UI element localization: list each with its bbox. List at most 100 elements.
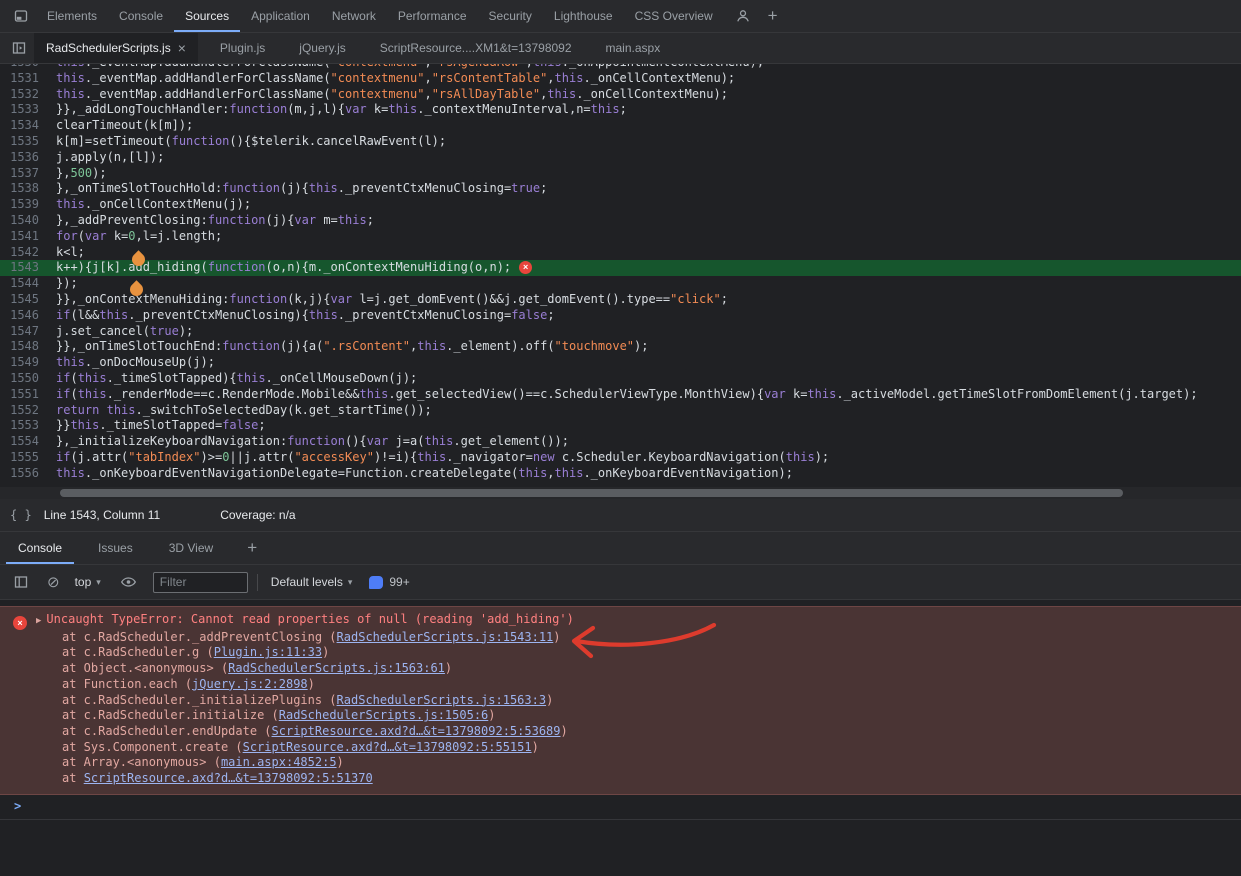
line-number[interactable]: 1548 — [0, 339, 56, 355]
line-number[interactable]: 1552 — [0, 403, 56, 419]
tab-sources[interactable]: Sources — [174, 0, 240, 32]
add-drawer-tab-button[interactable]: + — [237, 538, 267, 558]
navigator-toggle-icon[interactable] — [4, 40, 34, 56]
line-number[interactable]: 1532 — [0, 87, 56, 103]
stack-frame: at Sys.Component.create (ScriptResource.… — [0, 740, 1241, 756]
line-number[interactable]: 1550 — [0, 371, 56, 387]
stack-frame: at Object.<anonymous> (RadSchedulerScrip… — [0, 661, 1241, 677]
tab-elements[interactable]: Elements — [36, 0, 108, 32]
console-sidebar-icon[interactable] — [6, 574, 36, 590]
line-number[interactable]: 1534 — [0, 118, 56, 134]
line-number[interactable]: 1545 — [0, 292, 56, 308]
tab-performance[interactable]: Performance — [387, 0, 478, 32]
line-number[interactable]: 1546 — [0, 308, 56, 324]
live-expression-eye-icon[interactable] — [114, 574, 144, 590]
line-number[interactable]: 1549 — [0, 355, 56, 371]
source-file-tabbar: RadSchedulerScripts.js× Plugin.js jQuery.j… — [0, 33, 1241, 64]
line-number[interactable]: 1542 — [0, 245, 56, 261]
line-number[interactable]: 1535 — [0, 134, 56, 150]
feedback-person-icon[interactable] — [728, 8, 758, 24]
log-levels-dropdown[interactable]: Default levels ▾ — [267, 575, 357, 589]
line-number[interactable]: 1553 — [0, 418, 56, 434]
line-number[interactable]: 1533 — [0, 102, 56, 118]
file-tab-main-aspx[interactable]: main.aspx — [594, 33, 673, 63]
horizontal-scrollbar[interactable] — [0, 487, 1241, 499]
source-link[interactable]: jQuery.js:2:2898 — [192, 677, 308, 691]
code-line-1531: 1531this._eventMap.addHandlerForClassNam… — [0, 71, 1241, 87]
file-tab-jquery-js[interactable]: jQuery.js — [287, 33, 357, 63]
line-number[interactable]: 1530 — [0, 64, 56, 71]
line-number[interactable]: 1551 — [0, 387, 56, 403]
tab-css-overview[interactable]: CSS Overview — [624, 0, 724, 32]
context-selector[interactable]: top ▾ — [71, 575, 105, 589]
line-number[interactable]: 1536 — [0, 150, 56, 166]
code-editor[interactable]: 1530 this._eventMap.addHandlerForClassNam… — [0, 64, 1241, 499]
tab-application[interactable]: Application — [240, 0, 321, 32]
code-text: this._eventMap.addHandlerForClassName("c… — [56, 87, 728, 101]
file-tab-radschedulerscripts-js[interactable]: RadSchedulerScripts.js× — [34, 33, 198, 63]
close-tab-icon[interactable]: × — [178, 41, 186, 55]
source-link[interactable]: ScriptResource.axd?d…&t=13798092:5:53689 — [272, 724, 561, 738]
dock-side-icon[interactable] — [6, 8, 36, 24]
line-number[interactable]: 1544 — [0, 276, 56, 292]
tab-lighthouse[interactable]: Lighthouse — [543, 0, 624, 32]
log-levels-label: Default levels — [271, 575, 343, 589]
code-text: }); — [56, 276, 78, 290]
line-number[interactable]: 1547 — [0, 324, 56, 340]
source-link[interactable]: RadSchedulerScripts.js:1543:11 — [337, 630, 554, 644]
line-number[interactable]: 1556 — [0, 466, 56, 482]
source-link[interactable]: ScriptResource.axd?d…&t=13798092:5:51370 — [84, 771, 373, 785]
source-link[interactable]: RadSchedulerScripts.js:1505:6 — [279, 708, 489, 722]
coverage-status: Coverage: n/a — [220, 508, 295, 522]
line-number[interactable]: 1554 — [0, 434, 56, 450]
scrollbar-thumb[interactable] — [60, 489, 1123, 497]
tab-network[interactable]: Network — [321, 0, 387, 32]
line-number[interactable]: 1540 — [0, 213, 56, 229]
toolbar-divider — [257, 574, 258, 591]
code-text: }},_onTimeSlotTouchEnd:function(j){a(".r… — [56, 339, 648, 353]
error-marker-icon[interactable]: × — [519, 261, 532, 274]
issues-bubble-icon — [369, 576, 383, 589]
line-number[interactable]: 1537 — [0, 166, 56, 182]
code-line-1551: 1551if(this._renderMode==c.RenderMode.Mo… — [0, 387, 1241, 403]
stack-frame: at c.RadScheduler._addPreventClosing (Ra… — [0, 630, 1241, 646]
expand-triangle-icon[interactable]: ▶ — [36, 614, 41, 630]
code-line-1541: 1541for(var k=0,l=j.length; — [0, 229, 1241, 245]
tab-security[interactable]: Security — [478, 0, 543, 32]
pretty-print-button[interactable]: { } — [10, 508, 32, 522]
code-line-1552: 1552return this._switchToSelectedDay(k.g… — [0, 403, 1241, 419]
code-lines: 1530 this._eventMap.addHandlerForClassNam… — [0, 64, 1241, 482]
add-panel-button[interactable]: + — [758, 6, 788, 26]
code-line-1542: 1542k<l; — [0, 245, 1241, 261]
filter-input[interactable] — [153, 572, 248, 593]
code-text: if(j.attr("tabIndex")>=0||j.attr("access… — [56, 450, 829, 464]
issues-count-badge[interactable]: 99+ — [369, 575, 409, 589]
source-link[interactable]: RadSchedulerScripts.js:1563:3 — [337, 693, 547, 707]
code-text: for(var k=0,l=j.length; — [56, 229, 222, 243]
line-number[interactable]: 1531 — [0, 71, 56, 87]
line-number[interactable]: 1538 — [0, 181, 56, 197]
clear-console-icon[interactable]: ⊘ — [45, 573, 62, 591]
code-line-1553: 1553}}this._timeSlotTapped=false; — [0, 418, 1241, 434]
line-number[interactable]: 1543 — [0, 260, 56, 276]
file-tab-scriptresource-xm1-t-13798092[interactable]: ScriptResource....XM1&t=13798092 — [368, 33, 584, 63]
drawer-tab-issues[interactable]: Issues — [86, 532, 145, 564]
drawer-tab-console[interactable]: Console — [6, 532, 74, 564]
code-text: }}this._timeSlotTapped=false; — [56, 418, 266, 432]
code-line-1536: 1536j.apply(n,[l]); — [0, 150, 1241, 166]
code-line-1537: 1537},500); — [0, 166, 1241, 182]
source-link[interactable]: ScriptResource.axd?d…&t=13798092:5:55151 — [243, 740, 532, 754]
source-link[interactable]: Plugin.js:11:33 — [214, 645, 322, 659]
stack-frame: at ScriptResource.axd?d…&t=13798092:5:51… — [0, 771, 1241, 787]
code-line-1533: 1533}},_addLongTouchHandler:function(m,j… — [0, 102, 1241, 118]
tab-console[interactable]: Console — [108, 0, 174, 32]
line-number[interactable]: 1555 — [0, 450, 56, 466]
source-link[interactable]: main.aspx:4852:5 — [221, 755, 337, 769]
line-number[interactable]: 1539 — [0, 197, 56, 213]
source-link[interactable]: RadSchedulerScripts.js:1563:61 — [228, 661, 445, 675]
file-tab-plugin-js[interactable]: Plugin.js — [208, 33, 277, 63]
code-text: j.apply(n,[l]); — [56, 150, 164, 164]
drawer-tab-3d-view[interactable]: 3D View — [157, 532, 225, 564]
line-number[interactable]: 1541 — [0, 229, 56, 245]
console-prompt[interactable]: > — [0, 795, 1241, 821]
